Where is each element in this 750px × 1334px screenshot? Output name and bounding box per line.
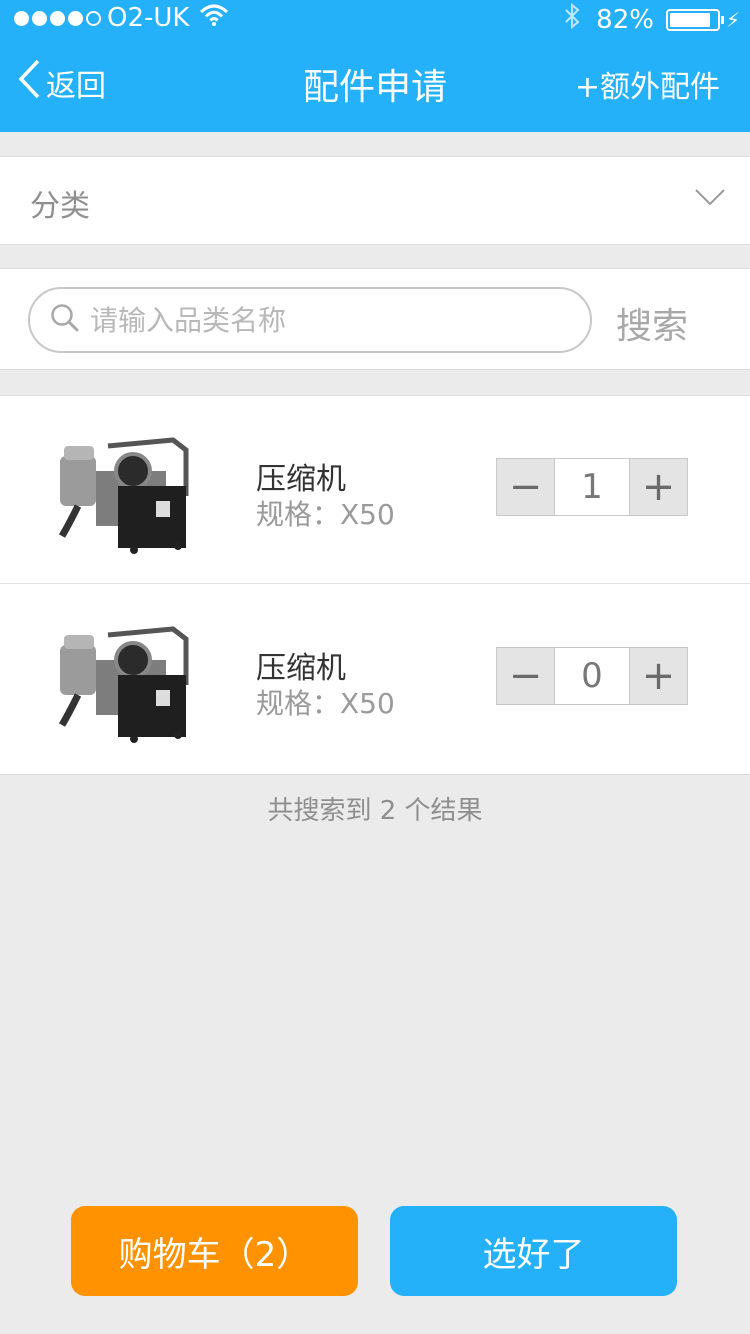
item-name: 压缩机: [256, 462, 346, 497]
item-spec: 规格：X50: [256, 687, 395, 720]
status-bar: O2-UK 82% ⚡: [0, 0, 750, 40]
top-bar: O2-UK 82% ⚡ 返回 配件申请 +额外配件: [0, 0, 750, 132]
search-field[interactable]: [28, 287, 592, 353]
chevron-down-icon: [694, 187, 726, 211]
category-label: 分类: [30, 189, 90, 224]
search-icon: [50, 303, 80, 337]
list-item: 压缩机 规格：X50 − 1 +: [0, 396, 750, 584]
list-item: 压缩机 规格：X50 − 0 +: [0, 585, 750, 773]
compressor-image: [38, 416, 210, 566]
item-name: 压缩机: [256, 651, 346, 686]
wifi-icon: [199, 3, 229, 33]
decrement-button[interactable]: −: [497, 459, 554, 515]
parts-list: 压缩机 规格：X50 − 1 + 压缩机 规格：X50 − 0 +: [0, 395, 750, 775]
quantity-stepper: − 1 +: [496, 458, 688, 516]
done-button[interactable]: 选好了: [390, 1206, 677, 1296]
search-bar: 搜索: [0, 268, 750, 370]
battery-percent: 82%: [596, 4, 654, 35]
increment-button[interactable]: +: [630, 459, 687, 515]
search-input[interactable]: [90, 303, 560, 337]
bluetooth-icon: [564, 2, 580, 36]
decrement-button[interactable]: −: [497, 648, 554, 704]
signal-strength-icon: [14, 10, 101, 26]
item-spec: 规格：X50: [256, 498, 395, 531]
compressor-image: [38, 605, 210, 755]
results-count: 共搜索到 2 个结果: [267, 796, 483, 826]
increment-button[interactable]: +: [630, 648, 687, 704]
cart-button[interactable]: 购物车（2）: [71, 1206, 358, 1296]
search-button[interactable]: 搜索: [616, 297, 688, 349]
quantity-value[interactable]: 1: [554, 459, 630, 515]
quantity-value[interactable]: 0: [554, 648, 630, 704]
carrier-label: O2-UK: [107, 3, 190, 33]
battery-icon: [665, 8, 724, 31]
quantity-stepper: − 0 +: [496, 647, 688, 705]
category-dropdown[interactable]: 分类: [0, 156, 750, 245]
extra-parts-button[interactable]: +额外配件: [575, 62, 720, 106]
charging-icon: ⚡: [725, 7, 740, 32]
